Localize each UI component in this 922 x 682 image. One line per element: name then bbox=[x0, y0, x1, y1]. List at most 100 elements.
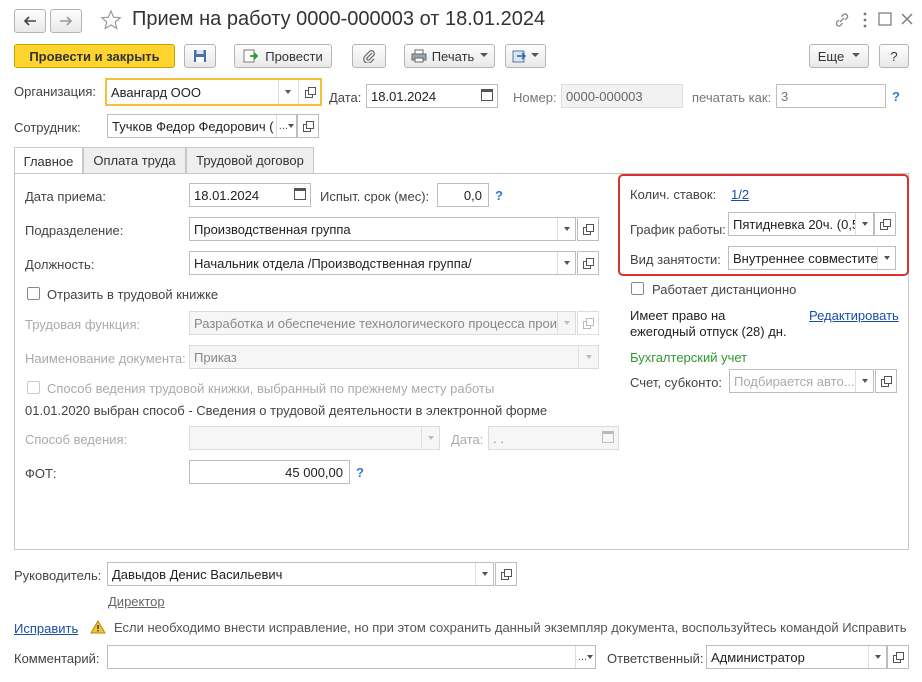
link-icon[interactable] bbox=[834, 12, 850, 28]
employee-label: Сотрудник: bbox=[14, 120, 81, 135]
labor-function-label: Трудовая функция: bbox=[25, 317, 141, 332]
employee-field[interactable]: Тучков Федор Федорович ( ... bbox=[107, 114, 297, 138]
probation-help-icon[interactable]: ? bbox=[495, 188, 503, 203]
export-icon bbox=[512, 50, 526, 63]
date-label: Дата: bbox=[329, 90, 362, 105]
method-dropdown bbox=[421, 427, 439, 449]
account-field[interactable]: Подбирается авто... bbox=[729, 369, 874, 393]
tab-payment[interactable]: Оплата труда bbox=[83, 147, 186, 173]
account-dropdown[interactable] bbox=[855, 370, 873, 392]
manager-open-button[interactable] bbox=[495, 562, 517, 586]
labor-function-field: Разработка и обеспечение технологическог… bbox=[189, 311, 576, 335]
date-field[interactable]: 18.01.2024 bbox=[366, 84, 498, 108]
post-button-label: Провести bbox=[265, 48, 323, 64]
print-button[interactable]: Печать bbox=[404, 44, 495, 68]
date-value: 18.01.2024 bbox=[371, 88, 437, 104]
help-button[interactable]: ? bbox=[879, 44, 909, 68]
responsible-open-button[interactable] bbox=[887, 645, 909, 669]
method-field bbox=[189, 426, 440, 450]
calendar-icon[interactable] bbox=[294, 188, 306, 200]
employment-value: Внутреннее совместите bbox=[733, 250, 878, 266]
method-label: Способ ведения: bbox=[25, 432, 128, 447]
department-value: Производственная группа bbox=[194, 221, 351, 237]
department-dropdown[interactable] bbox=[557, 218, 575, 240]
rates-link[interactable]: 1/2 bbox=[731, 187, 749, 202]
position-dropdown[interactable] bbox=[557, 252, 575, 274]
doc-name-select-button bbox=[578, 346, 598, 368]
department-open-button[interactable] bbox=[577, 217, 599, 241]
account-label: Счет, субконто: bbox=[630, 375, 723, 390]
comment-field[interactable]: ... bbox=[107, 645, 596, 669]
fot-field[interactable]: 45 000,00 bbox=[189, 460, 350, 484]
manager-dropdown[interactable] bbox=[475, 563, 493, 585]
calendar-icon[interactable] bbox=[481, 89, 493, 101]
chevron-down-icon bbox=[480, 53, 489, 57]
save-button[interactable] bbox=[184, 44, 216, 68]
employment-dropdown[interactable] bbox=[877, 247, 895, 269]
comment-expand-button[interactable]: ... bbox=[575, 646, 595, 668]
more-vert-icon[interactable] bbox=[862, 12, 868, 28]
labor-function-open-button bbox=[577, 311, 599, 335]
employment-field[interactable]: Внутреннее совместите bbox=[728, 246, 896, 270]
number-label: Номер: bbox=[513, 90, 557, 105]
position-value: Начальник отдела /Производственная групп… bbox=[194, 255, 472, 271]
tab-labor-contract[interactable]: Трудовой договор bbox=[186, 147, 314, 173]
schedule-dropdown[interactable] bbox=[855, 213, 873, 235]
calendar-icon bbox=[602, 431, 614, 443]
fix-link[interactable]: Исправить bbox=[14, 621, 78, 636]
organization-field[interactable]: Авангард ООО bbox=[105, 78, 322, 106]
back-button[interactable] bbox=[14, 9, 46, 33]
position-field[interactable]: Начальник отдела /Производственная групп… bbox=[189, 251, 576, 275]
account-placeholder: Подбирается авто... bbox=[734, 373, 855, 389]
department-field[interactable]: Производственная группа bbox=[189, 217, 576, 241]
maximize-icon[interactable] bbox=[878, 12, 892, 26]
edit-vacation-link[interactable]: Редактировать bbox=[809, 308, 899, 323]
schedule-field[interactable]: Пятидневка 20ч. (0,5 bbox=[728, 212, 874, 236]
remote-checkbox[interactable] bbox=[631, 282, 644, 295]
employee-open-button[interactable] bbox=[297, 114, 319, 138]
post-and-close-button[interactable]: Провести и закрыть bbox=[14, 44, 175, 68]
fot-help-icon[interactable]: ? bbox=[356, 465, 364, 480]
organization-dropdown[interactable] bbox=[278, 80, 296, 104]
organization-value: Авангард ООО bbox=[111, 84, 201, 100]
forward-button[interactable] bbox=[50, 9, 82, 33]
schedule-open-button[interactable] bbox=[874, 212, 896, 236]
print-as-help-icon[interactable]: ? bbox=[892, 89, 900, 104]
employee-select-button[interactable]: ... bbox=[276, 115, 296, 137]
manager-position-link[interactable]: Директор bbox=[108, 594, 165, 609]
workbook-checkbox[interactable] bbox=[27, 287, 40, 300]
fot-label: ФОТ: bbox=[25, 466, 57, 481]
labor-function-value: Разработка и обеспечение технологическог… bbox=[194, 315, 557, 331]
open-icon bbox=[501, 569, 512, 580]
fot-value: 45 000,00 bbox=[285, 464, 343, 480]
post-doc-icon bbox=[243, 49, 259, 63]
more-button-label: Еще bbox=[817, 48, 845, 64]
hire-date-field[interactable]: 18.01.2024 bbox=[189, 183, 311, 207]
position-open-button[interactable] bbox=[577, 251, 599, 275]
workbook-checkbox-label: Отразить в трудовой книжке bbox=[47, 287, 219, 302]
prev-method-checkbox-label: Способ ведения трудовой книжки, выбранны… bbox=[47, 381, 495, 396]
export-button[interactable] bbox=[505, 44, 546, 68]
responsible-value: Администратор bbox=[711, 649, 805, 665]
schedule-label: График работы: bbox=[630, 222, 726, 237]
print-as-input[interactable] bbox=[776, 84, 886, 108]
account-open-button[interactable] bbox=[875, 369, 897, 393]
organization-open-button[interactable] bbox=[298, 80, 320, 104]
probation-field[interactable]: 0,0 bbox=[437, 183, 489, 207]
manager-value: Давыдов Денис Васильевич bbox=[112, 566, 283, 582]
comment-label: Комментарий: bbox=[14, 651, 100, 666]
chevron-down-icon bbox=[852, 53, 861, 57]
remote-checkbox-label: Работает дистанционно bbox=[652, 282, 797, 297]
attach-button[interactable] bbox=[352, 44, 386, 68]
responsible-field[interactable]: Администратор bbox=[706, 645, 887, 669]
position-label: Должность: bbox=[25, 257, 95, 272]
tab-main[interactable]: Главное bbox=[14, 147, 83, 174]
post-button[interactable]: Провести bbox=[234, 44, 332, 68]
probation-label: Испыт. срок (мес): bbox=[320, 189, 430, 204]
responsible-dropdown[interactable] bbox=[868, 646, 886, 668]
more-button[interactable]: Еще bbox=[809, 44, 869, 68]
close-icon[interactable] bbox=[900, 12, 914, 26]
printer-icon bbox=[411, 49, 427, 63]
star-icon[interactable] bbox=[100, 9, 122, 31]
manager-field[interactable]: Давыдов Денис Васильевич bbox=[107, 562, 494, 586]
